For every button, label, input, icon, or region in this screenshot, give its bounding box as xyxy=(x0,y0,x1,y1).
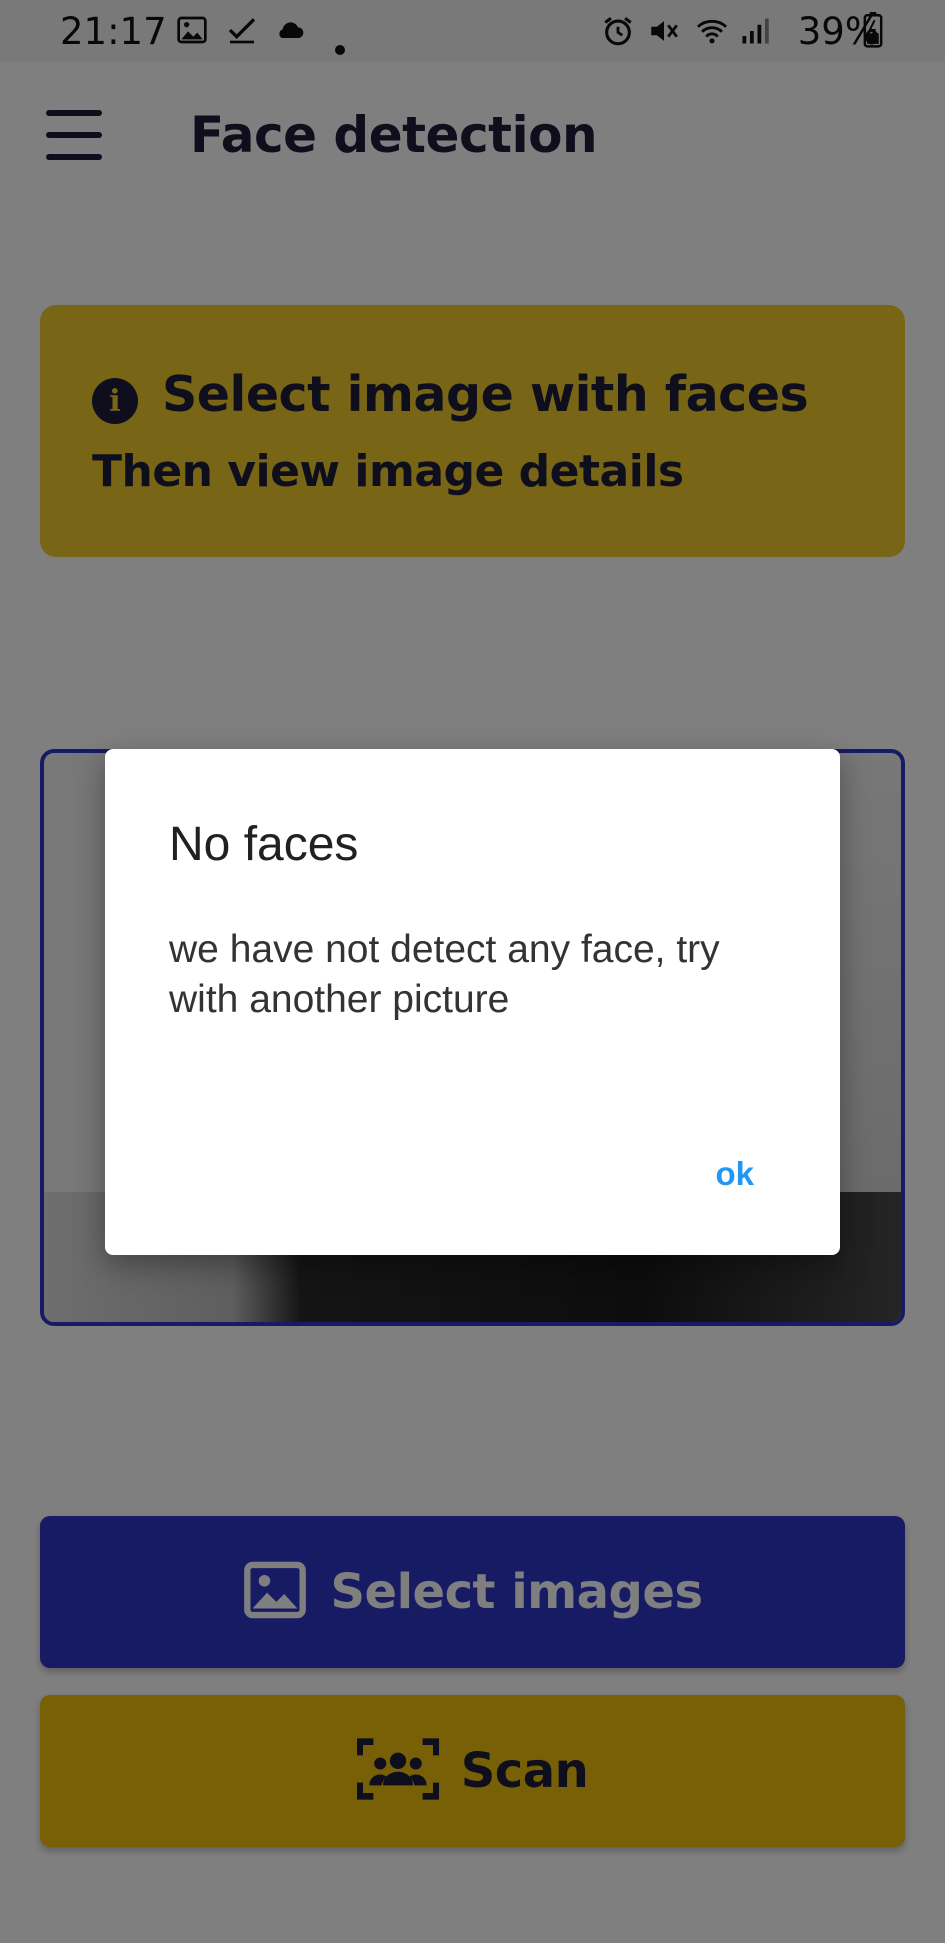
no-faces-dialog: No faces we have not detect any face, tr… xyxy=(105,749,840,1255)
dialog-message: we have not detect any face, try with an… xyxy=(169,928,720,1021)
ok-button[interactable]: ok xyxy=(715,1155,754,1193)
dialog-title: No faces xyxy=(169,818,359,871)
